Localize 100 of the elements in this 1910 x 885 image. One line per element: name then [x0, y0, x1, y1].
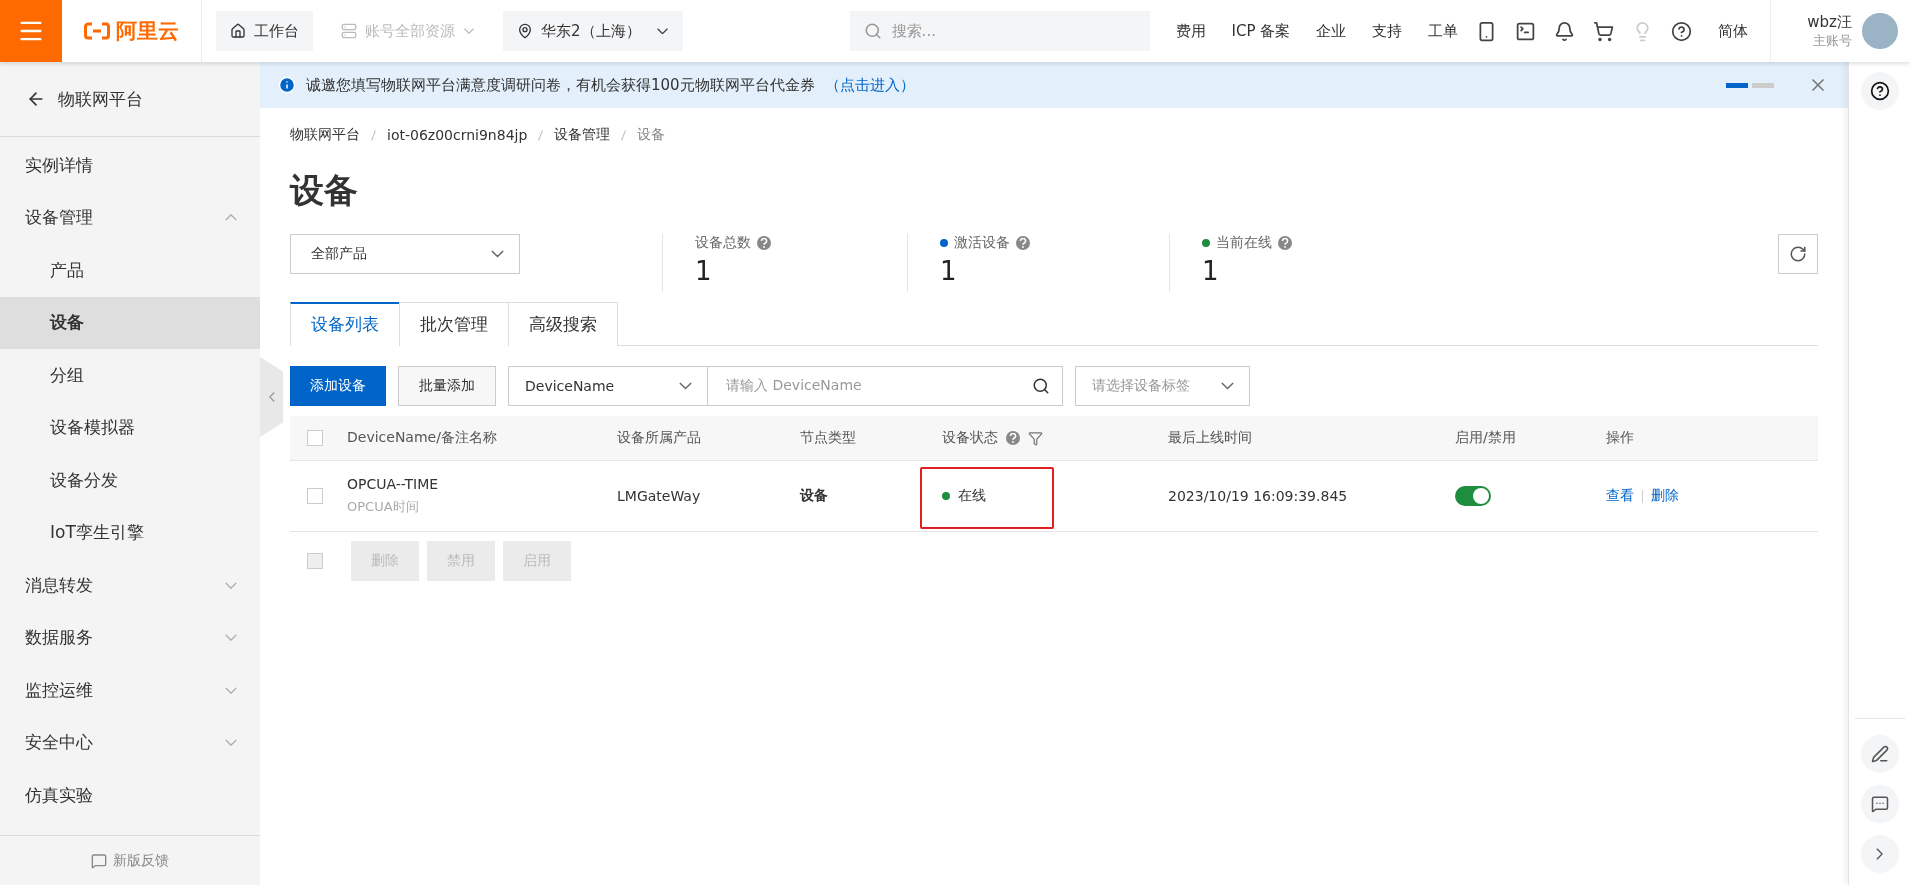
stat-value: 1	[695, 256, 713, 286]
refresh-button[interactable]	[1778, 234, 1818, 274]
stat-value: 1	[1202, 256, 1220, 286]
nav-link[interactable]: 费用	[1175, 21, 1206, 41]
column-header: 启用/禁用	[1455, 429, 1516, 447]
banner-text: 诚邀您填写物联网平台满意度调研问卷，有机会获得100元物联网平台代金券	[306, 75, 815, 95]
toggle-switch[interactable]	[1455, 486, 1491, 506]
nav-link[interactable]: 企业	[1316, 21, 1347, 41]
column-header: DeviceName/备注名称	[347, 429, 497, 447]
nav-link[interactable]: 工单	[1428, 21, 1459, 41]
pen-icon	[1870, 745, 1889, 763]
workbench-button[interactable]: 工作台	[216, 11, 313, 51]
breadcrumb-link[interactable]: 设备	[637, 126, 666, 144]
tab[interactable]: 设备列表	[290, 302, 400, 346]
info-icon	[278, 76, 296, 94]
sidebar-item[interactable]: 设备分发	[0, 454, 260, 507]
cart-icon	[1593, 20, 1615, 42]
tab[interactable]: 批次管理	[399, 302, 509, 346]
device-note: OPCUA时间	[347, 498, 420, 516]
chevron-down-icon	[678, 382, 693, 390]
stat-value: 1	[940, 256, 958, 286]
bell-icon	[1554, 20, 1576, 42]
sidebar-item[interactable]: 消息转发	[0, 559, 260, 612]
checkbox[interactable]	[307, 488, 323, 504]
breadcrumb-link[interactable]: 设备管理	[554, 126, 611, 144]
column-header: 最后上线时间	[1168, 429, 1252, 447]
refresh-icon	[1789, 245, 1807, 263]
comment-icon	[91, 852, 107, 869]
help-icon	[1671, 20, 1693, 42]
chevron-down-icon	[463, 28, 475, 34]
breadcrumb-link[interactable]: 物联网平台	[290, 126, 360, 144]
column-header: 设备所属产品	[617, 429, 701, 447]
action-link[interactable]: 查看	[1606, 487, 1634, 505]
help-icon	[1006, 431, 1020, 445]
table-cell-text: 2023/10/19 16:09:39.845	[1168, 488, 1349, 504]
chat-icon	[1870, 795, 1889, 813]
home-icon	[230, 23, 246, 39]
menu-button[interactable]	[0, 0, 62, 62]
nav-link[interactable]: 支持	[1372, 21, 1403, 41]
chevron-right-icon	[1876, 847, 1883, 861]
page-title: 设备	[290, 169, 359, 212]
add-device-button[interactable]: 添加设备	[290, 366, 386, 406]
chevron-left-icon	[268, 391, 275, 403]
stat-label: 设备总数	[695, 234, 751, 252]
sidebar-item[interactable]: 设备模拟器	[0, 401, 260, 454]
logo-icon	[84, 22, 110, 40]
column-header: 设备状态	[942, 429, 998, 447]
sidebar-item[interactable]: 安全中心	[0, 716, 260, 769]
column-header: 节点类型	[800, 429, 856, 447]
checkbox[interactable]	[307, 430, 323, 446]
avatar[interactable]	[1862, 13, 1898, 49]
breadcrumb-link[interactable]: iot-06z00crni9n84jp	[387, 127, 528, 143]
sidebar-item[interactable]: 设备	[0, 296, 260, 349]
sidebar-item[interactable]: 仿真实验	[0, 769, 260, 822]
sidebar-item[interactable]: 数据服务	[0, 611, 260, 664]
batch-add-button[interactable]: 批量添加	[398, 366, 496, 406]
help-icon	[1016, 236, 1030, 250]
search-icon	[863, 22, 882, 40]
status-text: 在线	[958, 487, 986, 505]
terminal-icon	[1515, 20, 1537, 42]
account-role: 主账号	[1812, 31, 1852, 50]
stat-label: 当前在线	[1216, 234, 1272, 252]
sidebar-item[interactable]: 实例详情	[0, 139, 260, 192]
sidebar-item[interactable]: 分组	[0, 349, 260, 402]
help-icon	[1869, 81, 1890, 101]
chevron-down-icon	[1220, 382, 1235, 390]
user-name: wbz汪	[1807, 12, 1852, 32]
device-name: OPCUA--TIME	[347, 476, 440, 492]
server-icon	[341, 23, 357, 39]
sidebar-title[interactable]: 物联网平台	[58, 87, 143, 111]
table-cell-text: LMGateWay	[617, 488, 702, 504]
cart-button[interactable]	[1593, 20, 1615, 42]
sidebar-item[interactable]: 设备管理	[0, 191, 260, 244]
help-button[interactable]	[1671, 20, 1693, 42]
language-link[interactable]: 简体	[1718, 21, 1749, 41]
table-cell-text: 设备	[800, 487, 829, 505]
column-header: 操作	[1606, 429, 1634, 447]
bell-button[interactable]	[1554, 20, 1576, 42]
terminal-button[interactable]	[1515, 20, 1537, 42]
sidebar-item[interactable]: 产品	[0, 244, 260, 297]
banner-link[interactable]: （点击进入）	[824, 75, 915, 95]
edit-button[interactable]	[1860, 735, 1899, 773]
sidebar-item[interactable]: 监控运维	[0, 664, 260, 717]
help-button[interactable]	[1860, 72, 1899, 110]
nav-link[interactable]: ICP 备案	[1231, 21, 1291, 41]
chevron-down-icon	[490, 250, 505, 258]
search-icon	[1032, 377, 1050, 395]
stat-label: 激活设备	[954, 234, 1010, 252]
region-select[interactable]: 华东2（上海）	[503, 11, 683, 51]
pin-icon	[517, 23, 533, 39]
action-link[interactable]: 删除	[1651, 487, 1679, 505]
chat-button[interactable]	[1860, 785, 1899, 823]
filter-icon[interactable]	[1028, 430, 1043, 446]
field-select[interactable]: DeviceName	[508, 366, 708, 406]
help-icon	[1278, 236, 1292, 250]
chevron-down-icon	[656, 27, 669, 35]
sidebar-item[interactable]: IoT孪生引擎	[0, 506, 260, 559]
product-select[interactable]: 全部产品	[290, 234, 520, 274]
tab[interactable]: 高级搜索	[508, 302, 618, 346]
help-icon	[757, 236, 771, 250]
